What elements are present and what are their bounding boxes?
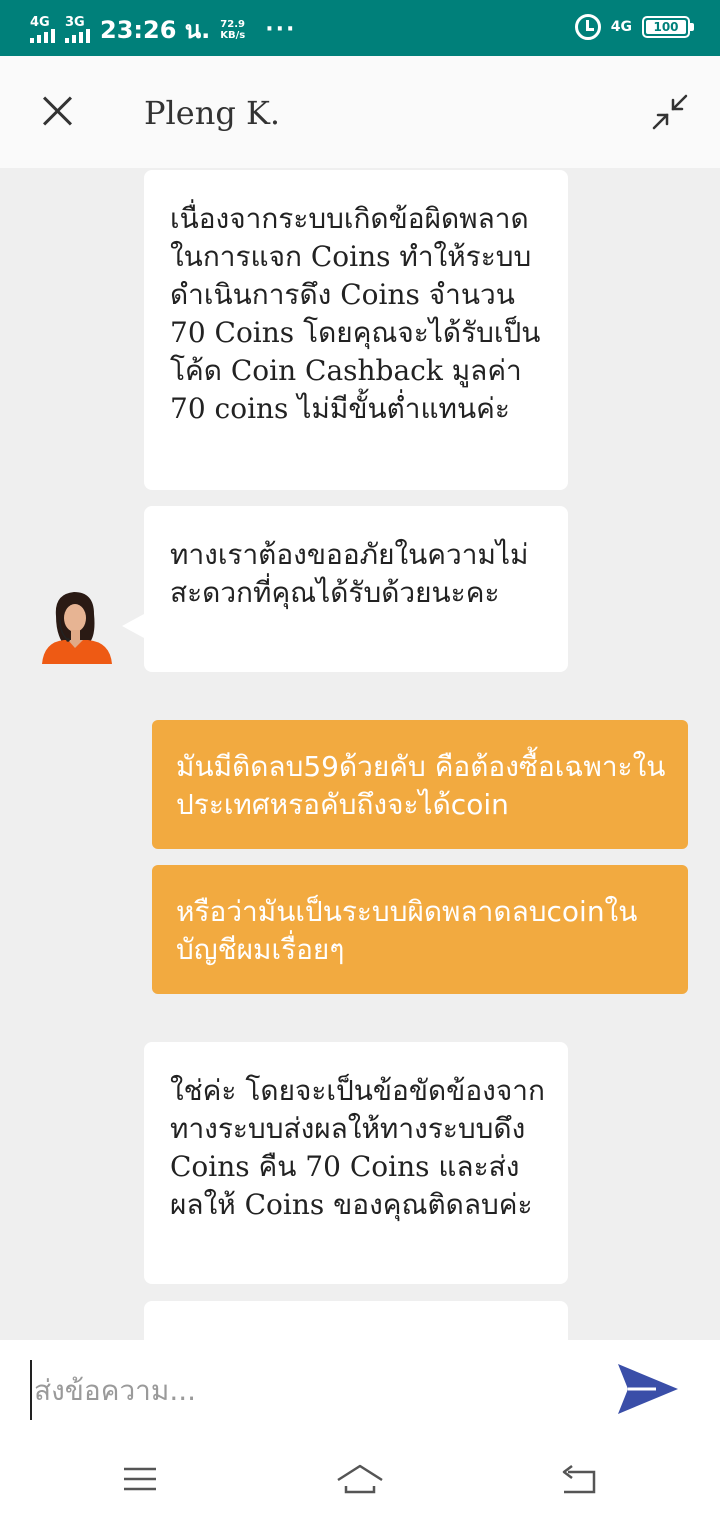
alarm-icon [574, 14, 601, 40]
user-message: หรือว่ามันเป็นระบบผิดพลาดลบcoinในบัญชีผม… [152, 865, 688, 994]
sim1-label: 4G [30, 15, 50, 30]
agent-message-partial [144, 1301, 568, 1340]
speed-unit: KB/s [220, 29, 246, 41]
menu-icon[interactable] [120, 1460, 160, 1500]
sim2-label: 3G [65, 15, 85, 30]
network-speed: 72.9 KB/s [220, 19, 245, 41]
send-icon[interactable] [616, 1362, 680, 1416]
network-type: 4G [610, 19, 632, 35]
agent-avatar [42, 592, 112, 664]
agent-message: ทางเราต้องขออภัยในความไม่สะดวกที่คุณได้ร… [144, 506, 568, 672]
battery-icon: 100 [642, 16, 694, 38]
chat-messages[interactable]: เนื่องจากระบบเกิดข้อผิดพลาดในการแจก Coin… [0, 168, 720, 1340]
status-left: 4G 3G 23:26 น. 72.9 KB/s ··· [30, 10, 296, 49]
message-input[interactable] [30, 1360, 590, 1420]
more-notifications-icon: ··· [265, 17, 297, 42]
agent-message: ใช่ค่ะ โดยจะเป็นข้อขัดข้องจากทางระบบส่งผ… [144, 1042, 568, 1284]
minimize-icon[interactable] [650, 92, 690, 132]
sim2-signal-icon: 3G [65, 16, 90, 43]
page-title: Pleng K. [144, 94, 281, 132]
user-message: มันมีติดลบ59ด้วยคับ คือต้องซื้อเฉพาะในปร… [152, 720, 688, 849]
status-right: 4G 100 [574, 14, 694, 40]
close-icon[interactable] [36, 90, 80, 134]
agent-message: เนื่องจากระบบเกิดข้อผิดพลาดในการแจก Coin… [144, 170, 568, 490]
back-icon[interactable] [558, 1460, 598, 1500]
status-time: 23:26 น. [100, 16, 211, 44]
sim1-signal-icon: 4G [30, 16, 55, 43]
battery-level: 100 [646, 20, 686, 34]
chat-header: Pleng K. [0, 56, 720, 168]
message-composer [0, 1340, 720, 1440]
speed-value: 72.9 [220, 18, 245, 30]
home-icon[interactable] [336, 1460, 384, 1500]
status-bar: 4G 3G 23:26 น. 72.9 KB/s ··· 4G 100 [0, 0, 720, 56]
system-nav-bar [0, 1440, 720, 1520]
agent-bubble-tail [122, 614, 144, 638]
